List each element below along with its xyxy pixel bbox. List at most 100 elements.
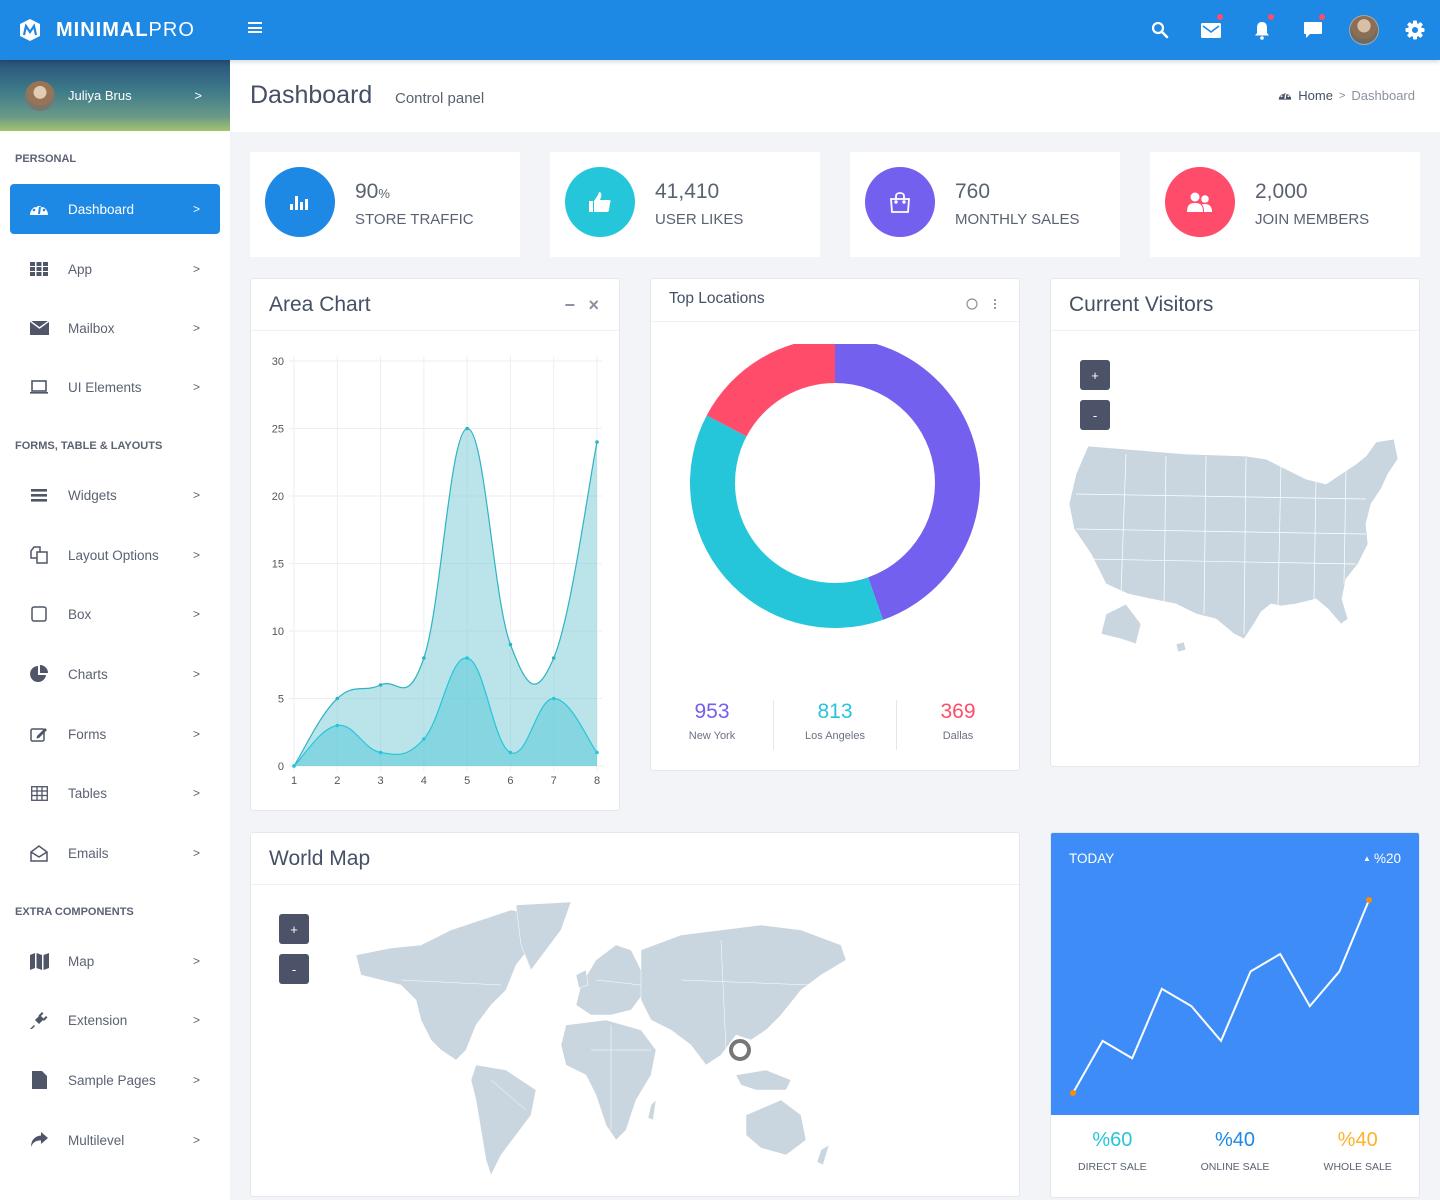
world-map-card: World Map + - (250, 832, 1020, 1197)
chevron-right-icon: > (194, 88, 202, 103)
sidebar-item-label: Layout Options (68, 547, 159, 563)
x-tick-label: 3 (378, 775, 384, 787)
sale-name: DIRECT SALE (1078, 1161, 1147, 1173)
sidebar-item-tables[interactable]: Tables > (10, 768, 220, 818)
data-point (292, 764, 296, 768)
world-map[interactable] (341, 890, 931, 1190)
map-icon (28, 952, 50, 970)
sidebar-item-label: Dashboard (68, 201, 135, 217)
sidebar-item-sample-pages[interactable]: Sample Pages > (10, 1055, 220, 1105)
data-point (508, 642, 513, 647)
more-vertical-icon (993, 298, 997, 310)
gear-icon (1405, 20, 1424, 40)
sidebar-item-forms[interactable]: Forms > (10, 709, 220, 759)
sidebar-item-extension[interactable]: Extension > (10, 995, 220, 1045)
breadcrumb-home-link[interactable]: Home (1298, 88, 1333, 103)
chevron-right-icon: > (192, 380, 200, 394)
user-panel[interactable]: Juliya Brus > (0, 60, 230, 131)
data-point (422, 656, 426, 660)
location-name: New York (688, 730, 736, 742)
thumbs-up-icon (589, 192, 611, 212)
refresh-button[interactable] (966, 297, 978, 313)
user-menu-button[interactable] (1338, 0, 1389, 60)
more-options-button[interactable] (993, 297, 997, 313)
zoom-out-button[interactable]: - (1080, 400, 1110, 430)
sidebar-item-emails[interactable]: Emails > (10, 828, 220, 878)
zoom-in-button[interactable]: + (279, 914, 309, 944)
sparkline (1072, 899, 1370, 1094)
stat-label: MONTHLY SALES (955, 211, 1080, 228)
chat-icon (1303, 22, 1322, 38)
y-tick-label: 0 (278, 761, 284, 773)
chevron-right-icon: > (192, 1073, 200, 1087)
messages-button[interactable] (1185, 0, 1236, 60)
data-point (551, 696, 556, 701)
user-avatar (1348, 15, 1379, 45)
map-marker[interactable] (729, 1039, 751, 1061)
sidebar-item-label: Forms (68, 726, 107, 742)
sidebar-item-dashboard[interactable]: Dashboard > (10, 184, 220, 234)
sparkline-endpoint (1070, 1090, 1076, 1096)
user-name: Juliya Brus (68, 88, 132, 103)
area-chart-card: Area Chart − × 0 5 10 15 20 25 30 1 2 3 4 5 6 7 8 (250, 278, 620, 811)
today-sales-card: TODAY ▲ %20 %60 DIRECT SALE %40 ONLINE SA… (1050, 832, 1420, 1198)
sidebar-item-charts[interactable]: Charts > (10, 649, 220, 699)
notifications-button[interactable] (1236, 0, 1287, 60)
stat-box-join-members: 2,000 JOIN MEMBERS (1150, 152, 1420, 257)
file-icon (28, 1071, 50, 1089)
data-point (551, 656, 556, 660)
sale-value: %40 (1214, 1129, 1256, 1151)
sidebar-item-label: Sample Pages (68, 1072, 156, 1088)
sidebar-item-label: Extension (68, 1012, 128, 1028)
sidebar-item-app[interactable]: App > (10, 244, 220, 294)
minimize-button[interactable]: − (564, 295, 575, 316)
sidebar-item-layout-options[interactable]: Layout Options > (10, 530, 220, 580)
share-icon (28, 1131, 50, 1149)
sale-value: %40 (1337, 1129, 1378, 1151)
data-point (378, 683, 383, 687)
location-stats: 953 New York 813 Los Angeles 369 Dallas (651, 700, 1019, 750)
data-point (335, 723, 340, 728)
sales-stats: %60 DIRECT SALE %40 ONLINE SALE %40 WHOL… (1051, 1129, 1419, 1173)
donut-slice-new-york (835, 344, 980, 620)
sidebar-item-mailbox[interactable]: Mailbox > (10, 303, 220, 353)
breadcrumb-current: Dashboard (1351, 88, 1415, 103)
chevron-right-icon: > (192, 727, 200, 741)
usa-map[interactable] (1066, 434, 1406, 664)
x-tick-label: 5 (464, 775, 470, 787)
bell-icon (1254, 21, 1269, 40)
settings-button[interactable] (1389, 0, 1440, 60)
notification-dot (1319, 14, 1325, 20)
sidebar-item-map[interactable]: Map > (10, 936, 220, 986)
sale-stat: %40 WHOLE SALE (1296, 1129, 1419, 1173)
card-title: Area Chart (269, 293, 371, 316)
stat-icon-circle (565, 167, 635, 237)
current-visitors-card: Current Visitors + - (1050, 278, 1420, 767)
stat-label: USER LIKES (655, 211, 744, 228)
data-point (595, 440, 599, 444)
square-icon (28, 605, 50, 623)
brand-logo[interactable]: MINIMALPRO (0, 0, 230, 60)
zoom-out-button[interactable]: - (279, 954, 309, 984)
sidebar-item-multilevel[interactable]: Multilevel > (10, 1115, 220, 1165)
stat-icon-circle (865, 167, 935, 237)
content-header: Dashboard Control panel Home > Dashboard (230, 60, 1440, 132)
page-title: Dashboard (250, 81, 373, 109)
bars-icon (28, 486, 50, 504)
chevron-right-icon: > (192, 607, 200, 621)
chevron-right-icon: > (192, 548, 200, 562)
chat-button[interactable] (1287, 0, 1338, 60)
grid-icon (28, 260, 50, 278)
zoom-in-button[interactable]: + (1080, 360, 1110, 390)
chevron-right-icon: > (192, 488, 200, 502)
data-point (465, 656, 469, 660)
sidebar-item-ui-elements[interactable]: UI Elements > (10, 362, 220, 412)
sidebar-item-widgets[interactable]: Widgets > (10, 470, 220, 520)
close-button[interactable]: × (588, 295, 599, 316)
sidebar-item-box[interactable]: Box > (10, 589, 220, 639)
stat-box-user-likes: 41,410 USER LIKES (550, 152, 820, 257)
stat-icon-circle (265, 167, 335, 237)
sidebar-toggle-button[interactable] (248, 22, 262, 36)
users-icon (1187, 192, 1212, 212)
search-button[interactable] (1134, 0, 1185, 60)
